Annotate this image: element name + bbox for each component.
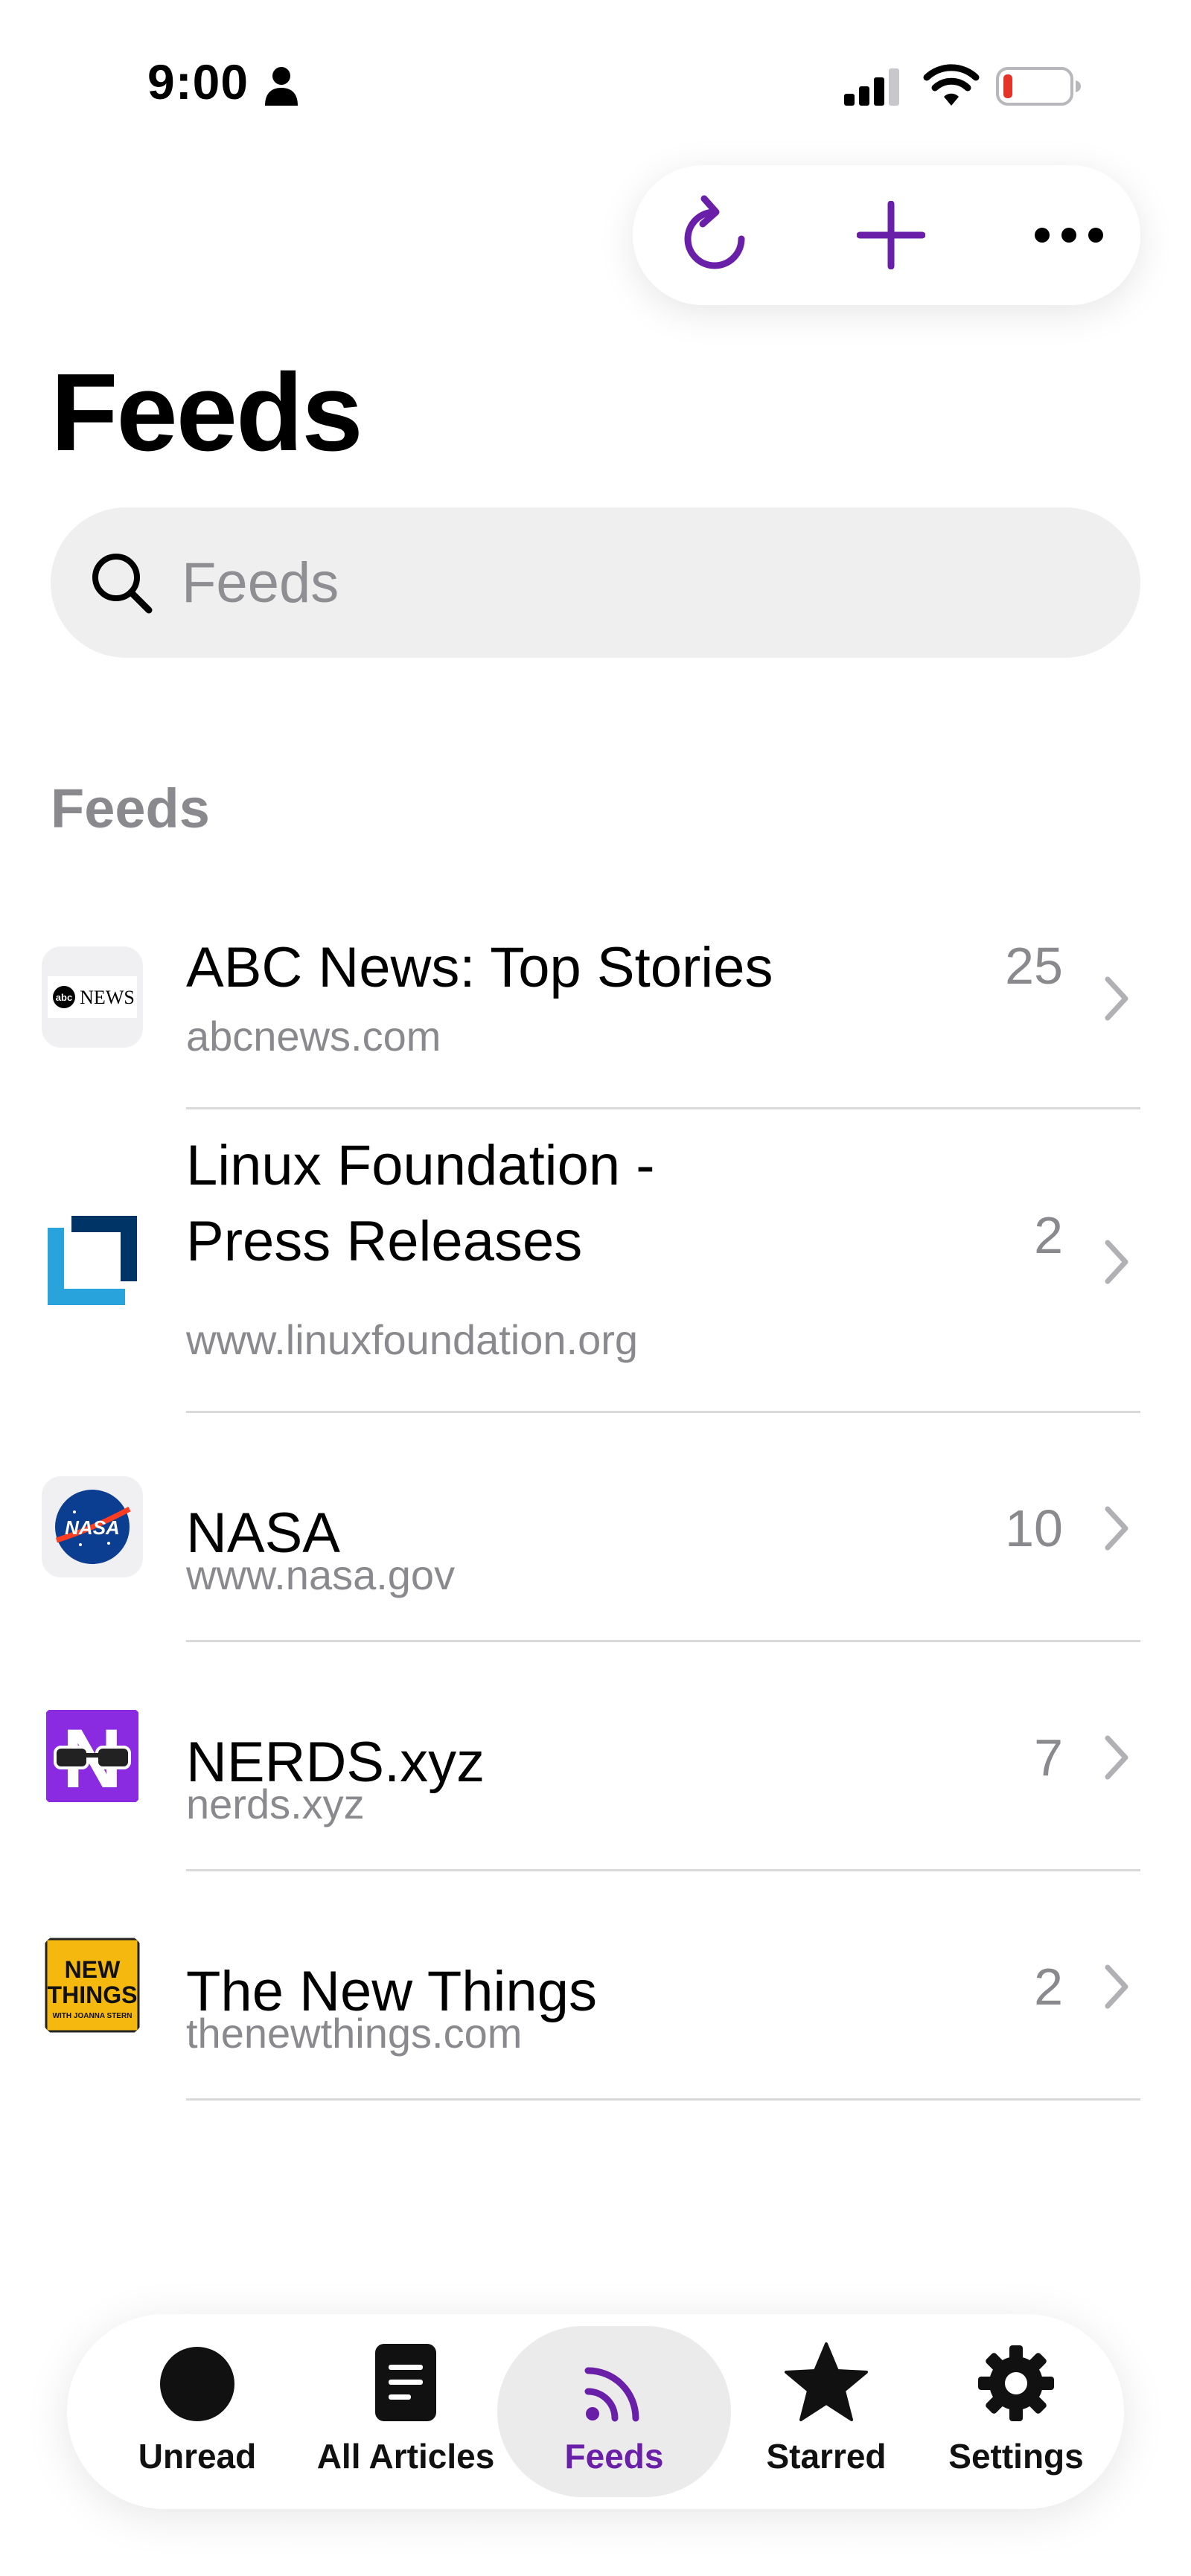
- feed-title: Linux Foundation -: [186, 1134, 655, 1197]
- feed-logo-abc: abc NEWS: [42, 946, 143, 1048]
- chevron-right-icon: [1105, 1735, 1128, 1780]
- unread-count: 10: [1005, 1499, 1063, 1557]
- refresh-button[interactable]: [670, 190, 759, 280]
- add-feed-button[interactable]: [846, 190, 936, 280]
- tab-bar: Unread All Articles Feeds Starred Settin…: [67, 2314, 1124, 2509]
- battery-low-icon: [996, 67, 1081, 106]
- more-button[interactable]: [1024, 190, 1114, 280]
- tab-label: Unread: [138, 2437, 257, 2476]
- search-icon: [92, 554, 153, 614]
- unread-count: 7: [1034, 1728, 1063, 1787]
- page-title: Feeds: [51, 351, 363, 474]
- gear-icon: [978, 2345, 1054, 2421]
- cellular-signal-icon: [844, 68, 899, 106]
- tab-starred[interactable]: Starred: [737, 2326, 916, 2497]
- chevron-right-icon: [1105, 976, 1128, 1021]
- row-divider: [186, 1107, 1140, 1109]
- row-divider: [186, 2098, 1140, 2101]
- wifi-icon: [923, 64, 980, 106]
- feed-url: www.linuxfoundation.org: [186, 1316, 639, 1363]
- tab-all-articles[interactable]: All Articles: [313, 2326, 499, 2497]
- top-toolbar: [633, 165, 1140, 305]
- feed-url: www.nasa.gov: [186, 1551, 456, 1598]
- add-icon: [857, 201, 925, 269]
- chevron-right-icon: [1105, 1506, 1128, 1551]
- feed-title-line2: Press Releases: [186, 1210, 583, 1273]
- unread-dot-icon: [160, 2347, 234, 2421]
- refresh-icon: [684, 195, 745, 269]
- feed-logo-linux-foundation: [42, 1210, 143, 1311]
- chevron-right-icon: [1105, 1240, 1128, 1284]
- tab-label: All Articles: [316, 2437, 495, 2476]
- chevron-right-icon: [1105, 1964, 1128, 2009]
- feed-row-linux-foundation[interactable]: Linux Foundation - Press Releases www.li…: [0, 1110, 1191, 1412]
- row-divider: [186, 1640, 1140, 1642]
- feed-url: nerds.xyz: [186, 1781, 365, 1827]
- search-bar[interactable]: [51, 507, 1140, 658]
- feed-row-the-new-things[interactable]: NEW THINGS WITH JOANNA STERN The New Thi…: [0, 1872, 1191, 2098]
- feed-row-nerds[interactable]: N NERDS.xyz nerds.xyz 7: [0, 1643, 1191, 1869]
- feed-row-abc-news[interactable]: abc NEWS ABC News: Top Stories abcnews.c…: [0, 915, 1191, 1109]
- tab-settings[interactable]: Settings: [923, 2326, 1109, 2497]
- feed-logo-nasa: NASA: [42, 1476, 143, 1577]
- more-icon: [1035, 228, 1103, 243]
- document-icon: [375, 2344, 436, 2421]
- tab-label: Settings: [948, 2437, 1084, 2476]
- section-header: Feeds: [51, 778, 210, 839]
- unread-count: 2: [1034, 1958, 1063, 2016]
- feed-url: thenewthings.com: [186, 2010, 523, 2057]
- status-time: 9:00: [147, 54, 249, 109]
- feed-title: ABC News: Top Stories: [186, 936, 773, 999]
- unread-count: 2: [1034, 1206, 1063, 1264]
- star-icon: [785, 2342, 868, 2421]
- feed-row-nasa[interactable]: NASA NASA www.nasa.gov 10: [0, 1414, 1191, 1640]
- tab-unread[interactable]: Unread: [112, 2326, 283, 2497]
- rss-icon: [584, 2367, 639, 2422]
- unread-count: 25: [1005, 937, 1063, 995]
- feed-logo-text: NEWS: [80, 987, 135, 1008]
- row-divider: [186, 1411, 1140, 1413]
- search-input[interactable]: [182, 537, 1075, 628]
- svg-text:abc: abc: [56, 992, 72, 1003]
- feed-logo-nerds: N: [42, 1705, 143, 1807]
- svg-text:WITH JOANNA STERN: WITH JOANNA STERN: [53, 2012, 132, 2020]
- tab-feeds[interactable]: Feeds: [497, 2326, 731, 2497]
- tab-label: Starred: [766, 2437, 887, 2476]
- svg-text:NEW: NEW: [65, 1956, 121, 1983]
- svg-text:THINGS: THINGS: [48, 1981, 138, 2008]
- row-divider: [186, 1869, 1140, 1871]
- tab-label: Feeds: [564, 2437, 664, 2476]
- person-icon: [265, 67, 298, 106]
- feed-logo-text: NASA: [65, 1516, 120, 1539]
- feed-logo-new-things: NEW THINGS WITH JOANNA STERN: [42, 1935, 143, 2036]
- feed-url: abcnews.com: [186, 1013, 441, 1060]
